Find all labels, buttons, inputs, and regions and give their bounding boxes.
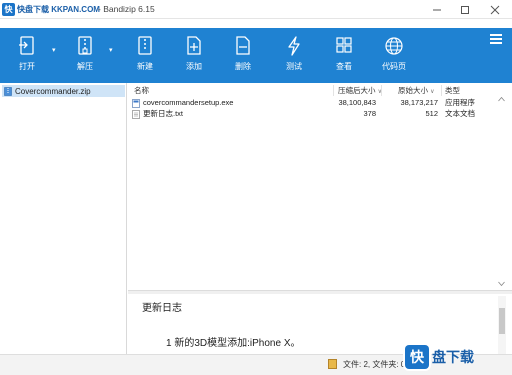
- column-header-original-label: 原始大小: [398, 86, 428, 95]
- bandizip-window: 快 快盘下载 KKPAN.COM - Bandizip 6.15 打开 ▾ 解压…: [0, 0, 512, 375]
- new-archive-icon: [138, 36, 152, 55]
- file-name-cell: covercommandersetup.exe: [132, 97, 233, 108]
- open-label: 打开: [19, 62, 35, 71]
- window-title: - Bandizip 6.15: [98, 4, 155, 14]
- add-label: 添加: [186, 62, 202, 71]
- watermark-badge: 快: [2, 3, 15, 16]
- status-text: 文件: 2, 文件夹: 0: [343, 360, 406, 369]
- extract-dropdown-icon[interactable]: ▾: [109, 46, 113, 54]
- tree-item-archive[interactable]: Covercommander.zip: [2, 85, 125, 97]
- scroll-down-icon: [498, 281, 505, 287]
- view-button[interactable]: 查看: [329, 28, 359, 83]
- column-header-type[interactable]: 类型: [445, 85, 460, 96]
- tree-item-label: Covercommander.zip: [15, 86, 91, 96]
- file-row[interactable]: 更新日志.txt 378 512 文本文档: [128, 108, 512, 119]
- preview-text-line: 1 新的3D模型添加:iPhone X。: [166, 338, 301, 349]
- delete-button[interactable]: 删除: [228, 28, 258, 83]
- add-icon: [187, 36, 201, 55]
- minimize-button[interactable]: [422, 0, 452, 19]
- file-row[interactable]: covercommandersetup.exe 38,100,843 38,17…: [128, 97, 512, 108]
- packed-size-cell: 378: [363, 109, 376, 118]
- archive-tree: Covercommander.zip: [0, 83, 127, 375]
- open-button[interactable]: 打开: [12, 28, 42, 83]
- watermark-logo: 快 快盘下载 KKPAN.COM: [2, 2, 100, 17]
- exe-file-icon: [132, 98, 140, 108]
- column-divider[interactable]: [381, 85, 382, 96]
- zip-icon: [4, 86, 12, 96]
- sort-chevron-icon: ∨: [430, 89, 435, 95]
- original-size-cell: 512: [425, 109, 438, 118]
- preview-scrollbar[interactable]: [498, 296, 506, 354]
- text-file-icon: [132, 109, 140, 119]
- file-type-cell: 应用程序: [445, 98, 475, 107]
- codepage-icon: [385, 37, 403, 55]
- close-button[interactable]: [480, 0, 510, 19]
- delete-label: 删除: [235, 62, 251, 71]
- original-size-cell: 38,173,217: [400, 98, 438, 107]
- delete-icon: [236, 36, 250, 55]
- test-label: 测试: [286, 62, 302, 71]
- codepage-label: 代码页: [382, 62, 406, 71]
- column-header-original-size[interactable]: 原始大小 ∨: [398, 85, 435, 96]
- maximize-button[interactable]: [450, 0, 480, 19]
- archive-status-icon: [328, 359, 337, 369]
- column-header-name[interactable]: 名称: [134, 85, 149, 96]
- preview-scroll-thumb[interactable]: [499, 308, 505, 334]
- new-archive-label: 新建: [137, 62, 153, 71]
- test-icon: [288, 36, 300, 56]
- scroll-up-icon: [498, 96, 505, 102]
- packed-size-cell: 38,100,843: [338, 98, 376, 107]
- column-header-packed-size[interactable]: 压缩后大小 ∨: [338, 85, 382, 96]
- add-button[interactable]: 添加: [179, 28, 209, 83]
- file-name: 更新日志.txt: [143, 109, 184, 118]
- maximize-icon: [461, 5, 469, 14]
- file-name: covercommandersetup.exe: [143, 98, 234, 107]
- file-type-cell: 文本文档: [445, 109, 475, 118]
- open-dropdown-icon[interactable]: ▾: [52, 46, 56, 54]
- watermark-text: 快盘下载 KKPAN.COM: [17, 5, 100, 14]
- toolbar: 打开 ▾ 解压 ▾ 新建 添加 删除 测试 查看 代码页: [0, 28, 512, 83]
- close-icon: [490, 5, 500, 14]
- extract-icon: [78, 36, 92, 55]
- codepage-button[interactable]: 代码页: [379, 28, 409, 83]
- view-icon: [336, 37, 352, 53]
- open-icon: [19, 36, 34, 55]
- bottom-watermark: 快 盘下载: [405, 342, 474, 372]
- bottom-watermark-text: 盘下载: [432, 349, 474, 365]
- column-divider[interactable]: [333, 85, 334, 96]
- title-bar: 快 快盘下载 KKPAN.COM - Bandizip 6.15: [0, 0, 512, 19]
- new-archive-button[interactable]: 新建: [130, 28, 160, 83]
- file-list: 名称 压缩后大小 ∨ 原始大小 ∨ 类型 covercommandersetup…: [128, 83, 512, 290]
- file-list-scrollbar[interactable]: [497, 96, 506, 287]
- extract-button[interactable]: 解压: [70, 28, 100, 83]
- column-divider[interactable]: [441, 85, 442, 96]
- hamburger-menu-icon[interactable]: [490, 34, 502, 44]
- view-label: 查看: [336, 62, 352, 71]
- file-name-cell: 更新日志.txt: [132, 108, 183, 119]
- extract-label: 解压: [77, 62, 93, 71]
- preview-title: 更新日志: [142, 303, 182, 314]
- minimize-icon: [433, 9, 441, 10]
- test-button[interactable]: 测试: [279, 28, 309, 83]
- column-header-packed-label: 压缩后大小: [338, 86, 376, 95]
- bottom-watermark-badge: 快: [405, 345, 429, 369]
